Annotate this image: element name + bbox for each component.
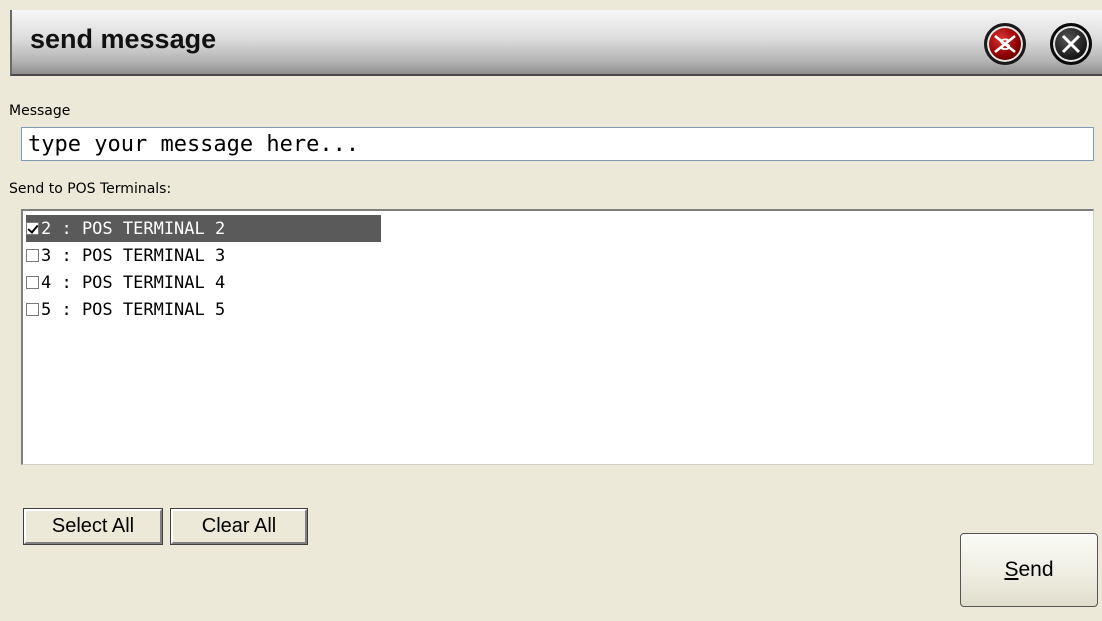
message-input[interactable]: [21, 127, 1094, 161]
send-message-window: send message S Message Send to POS Termi…: [0, 0, 1102, 621]
terminal-2-checkbox[interactable]: [26, 222, 39, 235]
terminal-3-checkbox[interactable]: [26, 249, 39, 262]
terminal-item-label: 4 : POS TERMINAL 4: [41, 272, 226, 293]
title-bar: send message S: [10, 10, 1102, 76]
message-label: Message: [9, 103, 71, 119]
terminal-item-3[interactable]: 3 : POS TERMINAL 3: [26, 242, 381, 269]
special-s-button[interactable]: S: [984, 23, 1026, 65]
pos-terminal-list[interactable]: 2 : POS TERMINAL 2 3 : POS TERMINAL 3 4 …: [21, 209, 1094, 465]
send-button-label: Send: [1004, 558, 1054, 581]
terminal-5-checkbox[interactable]: [26, 303, 39, 316]
terminal-item-label: 5 : POS TERMINAL 5: [41, 299, 226, 320]
send-button[interactable]: Send: [960, 533, 1098, 607]
terminal-item-5[interactable]: 5 : POS TERMINAL 5: [26, 296, 381, 323]
close-icon: [1061, 34, 1081, 54]
clear-all-button[interactable]: Clear All: [170, 508, 308, 545]
terminal-4-checkbox[interactable]: [26, 276, 39, 289]
terminal-item-4[interactable]: 4 : POS TERMINAL 4: [26, 269, 381, 296]
terminal-item-2[interactable]: 2 : POS TERMINAL 2: [26, 215, 381, 242]
special-button-letter: S: [999, 35, 1010, 54]
window-title: send message: [30, 24, 217, 54]
terminals-label: Send to POS Terminals:: [9, 181, 172, 197]
terminal-item-label: 2 : POS TERMINAL 2: [41, 218, 226, 239]
s-mark-icon: S: [994, 35, 1016, 54]
terminal-item-label: 3 : POS TERMINAL 3: [41, 245, 226, 266]
select-all-button[interactable]: Select All: [23, 508, 163, 545]
close-button[interactable]: [1050, 23, 1092, 65]
